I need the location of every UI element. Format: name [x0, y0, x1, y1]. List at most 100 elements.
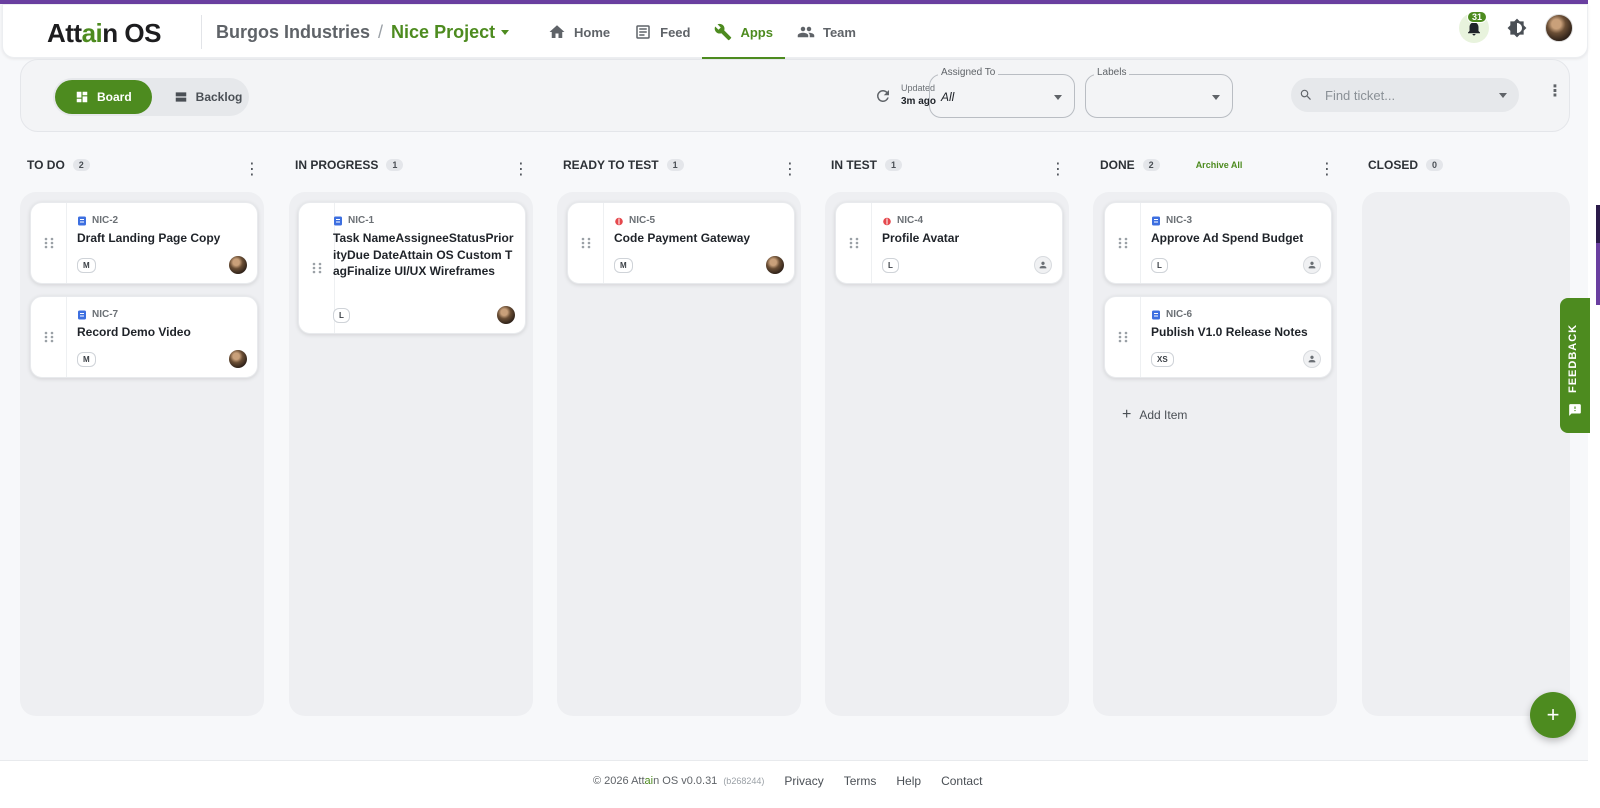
unassigned-user-icon[interactable] — [1034, 256, 1052, 274]
unassigned-user-icon[interactable] — [1303, 256, 1321, 274]
assignee-avatar[interactable] — [497, 306, 515, 324]
nav-apps[interactable]: Apps — [702, 5, 785, 59]
column-title: READY TO TEST — [563, 158, 659, 172]
ticket-card[interactable]: NIC-3 Approve Ad Spend Budget L — [1104, 202, 1332, 284]
task-icon — [78, 216, 86, 225]
ticket-card[interactable]: NIC-7 Record Demo Video M — [30, 296, 258, 378]
task-icon — [334, 216, 342, 225]
assignee-avatar[interactable] — [229, 256, 247, 274]
nav-home[interactable]: Home — [536, 5, 622, 59]
column-count: 2 — [72, 159, 90, 171]
ticket-card[interactable]: NIC-6 Publish V1.0 Release Notes XS — [1104, 296, 1332, 378]
nav-team[interactable]: Team — [785, 5, 868, 59]
terms-link[interactable]: Terms — [844, 774, 877, 788]
footer: © 2026 Attain OS v0.0.31 (b268244) Privac… — [0, 760, 1588, 808]
ticket-key: NIC-2 — [92, 215, 119, 226]
drag-handle-icon[interactable] — [836, 203, 872, 283]
more-options-icon[interactable]: ⋮ — [1547, 84, 1563, 100]
team-icon — [797, 26, 815, 38]
column-header-in-test: IN TEST 1 — [831, 157, 903, 173]
column-menu-icon[interactable]: ⋮ — [782, 159, 798, 179]
size-badge: L — [1151, 258, 1168, 273]
size-badge: M — [77, 352, 96, 367]
header-actions: 31 — [1459, 11, 1587, 43]
chevron-down-icon — [1054, 95, 1062, 100]
contact-link[interactable]: Contact — [941, 774, 982, 788]
project-name: Nice Project — [391, 22, 496, 42]
column-menu-icon[interactable]: ⋮ — [513, 159, 529, 179]
chevron-down-icon — [1499, 93, 1507, 98]
ticket-key: NIC-7 — [92, 309, 119, 320]
feedback-tab[interactable]: FEEDBACK — [1560, 298, 1590, 433]
add-item-button[interactable]: + Add Item — [1122, 406, 1187, 424]
feed-icon — [636, 25, 650, 39]
column-count: 2 — [1142, 159, 1160, 171]
backlog-view-label: Backlog — [195, 90, 243, 104]
drag-handle-icon[interactable] — [31, 203, 67, 283]
assignee-avatar[interactable] — [229, 350, 247, 368]
board-view-label: Board — [97, 90, 132, 104]
ticket-title: Code Payment Gateway — [614, 231, 751, 245]
chevron-down-icon — [501, 30, 510, 35]
backlog-view-button[interactable]: Backlog — [154, 80, 263, 114]
assignee-avatar[interactable] — [766, 256, 784, 274]
labels-select[interactable]: Labels — [1085, 67, 1233, 118]
ticket-title: Profile Avatar — [882, 231, 960, 245]
column-menu-icon[interactable]: ⋮ — [1050, 159, 1066, 179]
task-icon — [1152, 216, 1160, 225]
column-header-closed: CLOSED 0 — [1368, 157, 1444, 173]
refresh-icon[interactable] — [874, 87, 892, 105]
user-avatar[interactable] — [1545, 14, 1573, 42]
size-badge: M — [77, 258, 96, 273]
theme-toggle-icon[interactable] — [1507, 18, 1527, 38]
project-selector[interactable]: Nice Project — [391, 22, 510, 43]
ticket-search[interactable]: Find ticket... — [1291, 78, 1519, 112]
dashboard-icon — [76, 91, 88, 103]
help-link[interactable]: Help — [896, 774, 921, 788]
assigned-to-label: Assigned To — [938, 67, 999, 78]
breadcrumb-org[interactable]: Burgos Industries — [216, 22, 370, 43]
create-ticket-button[interactable]: + — [1530, 692, 1576, 738]
main-nav: Home Feed Apps Team — [536, 5, 868, 59]
app-logo[interactable]: Attain OS — [47, 18, 161, 49]
plus-icon: + — [1122, 406, 1132, 423]
assigned-to-select[interactable]: Assigned To All — [929, 67, 1075, 118]
size-badge: M — [614, 258, 633, 273]
notifications-button[interactable]: 31 — [1459, 11, 1489, 43]
plus-icon: + — [1546, 702, 1560, 727]
drag-handle-icon[interactable] — [1105, 203, 1141, 283]
breadcrumb: Burgos Industries / Nice Project — [216, 22, 510, 43]
ticket-card[interactable]: NIC-4 Profile Avatar L — [835, 202, 1063, 284]
column-menu-icon[interactable]: ⋮ — [244, 159, 260, 179]
nav-apps-label: Apps — [740, 24, 773, 40]
ticket-card[interactable]: NIC-5 Code Payment Gateway M — [567, 202, 795, 284]
feedback-label: FEEDBACK — [1567, 323, 1579, 393]
drag-handle-icon[interactable] — [299, 203, 335, 333]
column-count: 1 — [885, 159, 903, 171]
add-item-label: Add Item — [1139, 408, 1188, 422]
archive-all-button[interactable]: Archive All — [1196, 160, 1243, 170]
ticket-card[interactable]: NIC-1 Task NameAssigneeStatusPriorityDue… — [298, 202, 526, 334]
breadcrumb-separator: / — [378, 22, 384, 42]
column-title: IN PROGRESS — [295, 158, 379, 172]
column-menu-icon[interactable]: ⋮ — [1319, 159, 1335, 179]
board-toolbar: Board Backlog Updated 3m ago Assigned To… — [20, 59, 1570, 132]
unassigned-user-icon[interactable] — [1303, 350, 1321, 368]
ticket-title: Record Demo Video — [77, 325, 191, 339]
board-view-button[interactable]: Board — [55, 80, 152, 114]
privacy-link[interactable]: Privacy — [784, 774, 823, 788]
ticket-key: NIC-4 — [897, 215, 924, 226]
labels-label: Labels — [1094, 67, 1130, 78]
home-icon — [549, 25, 565, 38]
search-placeholder: Find ticket... — [1325, 87, 1396, 103]
nav-feed[interactable]: Feed — [622, 5, 702, 59]
nav-feed-label: Feed — [660, 24, 691, 40]
drag-handle-icon[interactable] — [1105, 297, 1141, 377]
bug-icon — [615, 217, 623, 225]
drag-handle-icon[interactable] — [568, 203, 604, 283]
column-title: IN TEST — [831, 158, 878, 172]
ticket-card[interactable]: NIC-2 Draft Landing Page Copy M — [30, 202, 258, 284]
ticket-title: Publish V1.0 Release Notes — [1151, 325, 1308, 339]
app-header: Attain OS Burgos Industries / Nice Proje… — [2, 4, 1588, 59]
drag-handle-icon[interactable] — [31, 297, 67, 377]
